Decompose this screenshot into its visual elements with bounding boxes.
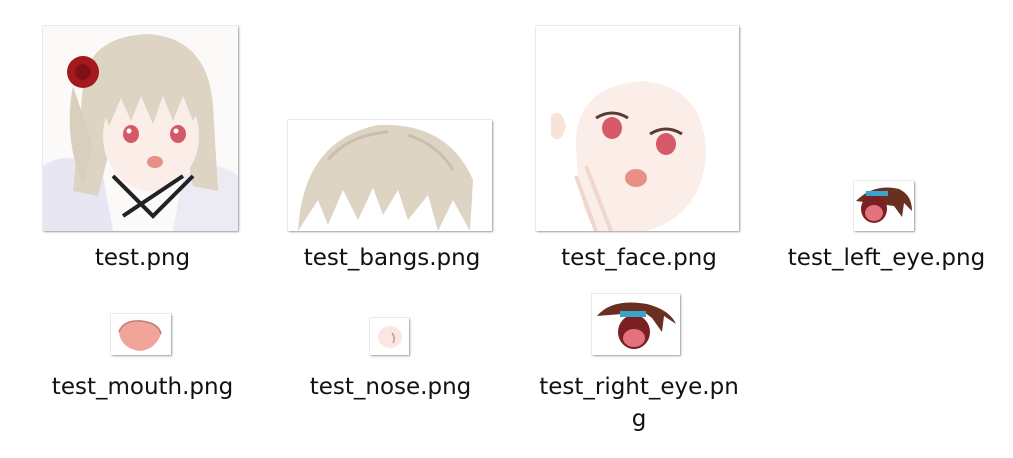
file-name[interactable]: test_bangs.png (286, 242, 498, 274)
face-image (536, 26, 739, 231)
file-name[interactable]: test_mouth.png (40, 371, 245, 403)
file-item-test-left-eye[interactable]: test_left_eye.png (784, 24, 989, 274)
thumbnail-test-nose[interactable] (370, 318, 409, 355)
file-name-line-1: test_right_eye.pn (539, 374, 739, 400)
bangs-image (288, 120, 492, 231)
portrait-image (43, 26, 238, 231)
right-eye-image (592, 294, 680, 355)
file-name[interactable]: test.png (40, 242, 245, 274)
thumbnail-test-face[interactable] (536, 26, 739, 231)
file-name[interactable]: test_left_eye.png (784, 242, 989, 274)
thumbnail-test[interactable] (43, 26, 238, 231)
thumbnail-test-right-eye[interactable] (592, 294, 680, 355)
file-name[interactable]: test_face.png (534, 242, 744, 274)
file-item-test-bangs[interactable]: test_bangs.png (286, 24, 498, 274)
thumbnail-test-mouth[interactable] (111, 314, 171, 355)
file-item-test-right-eye[interactable]: test_right_eye.pn g (534, 290, 744, 450)
mouth-image (111, 314, 171, 355)
nose-image (370, 318, 409, 355)
thumbnail-test-bangs[interactable] (288, 120, 492, 231)
file-item-test-mouth[interactable]: test_mouth.png (40, 290, 245, 410)
file-name[interactable]: test_right_eye.pn g (534, 371, 744, 435)
left-eye-image (854, 181, 914, 231)
thumbnail-test-left-eye[interactable] (854, 181, 914, 231)
file-name[interactable]: test_nose.png (288, 371, 493, 403)
file-item-test-face[interactable]: test_face.png (534, 24, 744, 274)
file-name-line-2: g (631, 406, 647, 432)
file-item-test-nose[interactable]: test_nose.png (288, 290, 493, 410)
file-item-test[interactable]: test.png (40, 24, 245, 274)
